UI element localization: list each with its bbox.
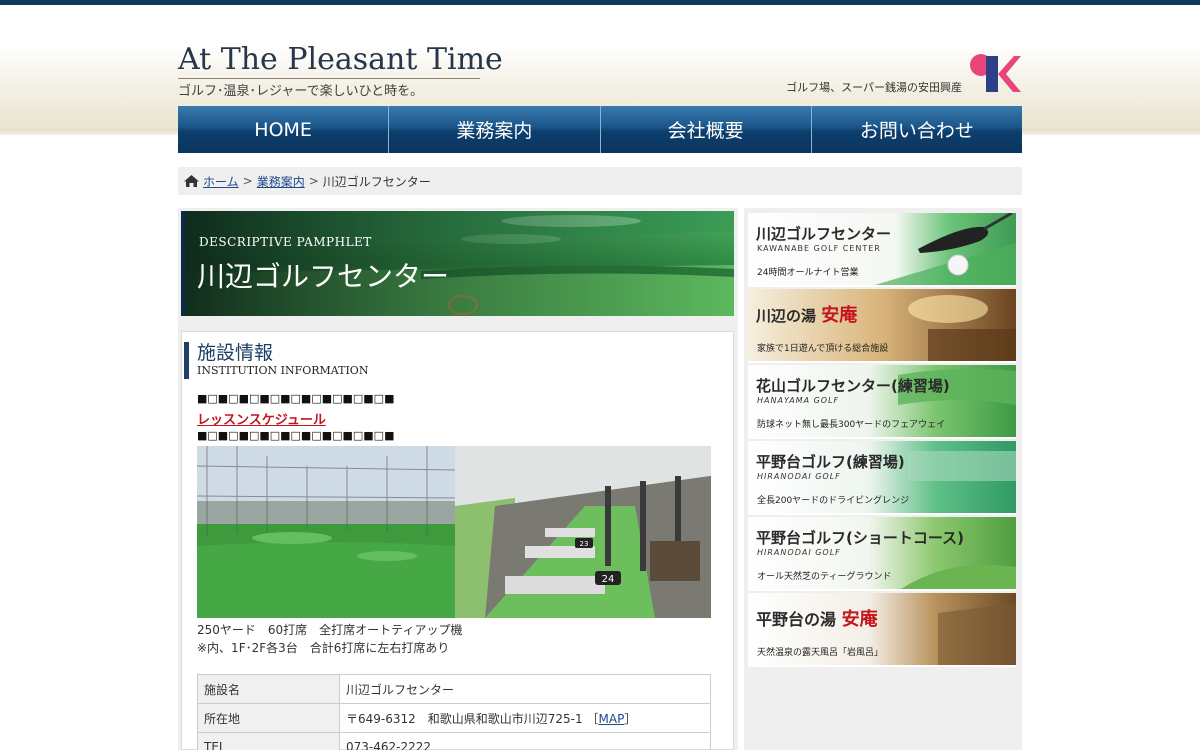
- bay-number-24: 24: [602, 574, 615, 585]
- facility-info-table: 施設名 川辺ゴルフセンター 所在地 〒649-6312 和歌山県和歌山市川辺72…: [197, 674, 711, 750]
- section-heading: 施設情報 INSTITUTION INFORMATION: [184, 342, 368, 379]
- site-tagline: ゴルフ･温泉･レジャーで楽しいひと時を。: [178, 78, 480, 99]
- table-cell-value: 川辺ゴルフセンター: [339, 674, 711, 704]
- site-title[interactable]: At The Pleasant Time: [178, 42, 503, 77]
- banner-english-name: HIRANODAI GOLF: [757, 472, 841, 481]
- hero-title: 川辺ゴルフセンター: [197, 260, 450, 293]
- banner-description: オール天然芝のティーグラウンド: [757, 572, 892, 582]
- map-link[interactable]: MAP: [599, 712, 625, 726]
- banner-description: 家族で1日遊んで頂ける総合施設: [757, 344, 889, 354]
- photo-indoor-bays: 24 23: [455, 446, 711, 618]
- decorative-squares-bottom: ■□■□■□■□■□■□■□■□■□■: [197, 429, 395, 442]
- decorative-squares-top: ■□■□■□■□■□■□■□■□■□■: [197, 392, 395, 405]
- sidebar-banner-hiranodai-onsen[interactable]: 平野台の湯 安庵 天然温泉の露天風呂「岩風呂」: [748, 593, 1016, 667]
- sidebar-banner-kawanabe-golf[interactable]: 川辺ゴルフセンター KAWANABE GOLF CENTER 24時間オールナイ…: [748, 213, 1016, 287]
- table-row: TEL 073-462-2222: [197, 732, 711, 750]
- nav-services[interactable]: 業務案内: [389, 106, 601, 153]
- photo-outdoor-range: [197, 446, 455, 618]
- nav-home[interactable]: HOME: [178, 106, 390, 153]
- banner-description: 全長200ヤードのドライビングレンジ: [757, 496, 910, 506]
- breadcrumb-separator: >: [308, 174, 319, 188]
- banner-title: 花山ゴルフセンター(練習場): [756, 377, 950, 395]
- address-text: 〒649-6312 和歌山県和歌山市川辺725-1: [346, 711, 583, 726]
- table-row: 所在地 〒649-6312 和歌山県和歌山市川辺725-1 ［MAP］: [197, 703, 711, 733]
- banner-description: 天然温泉の露天風呂「岩風呂」: [757, 648, 884, 658]
- breadcrumb: ホーム > 業務案内 > 川辺ゴルフセンター: [178, 167, 1022, 195]
- breadcrumb-separator: >: [242, 174, 253, 188]
- section-subtitle: INSTITUTION INFORMATION: [197, 364, 369, 377]
- sidebar: 川辺ゴルフセンター KAWANABE GOLF CENTER 24時間オールナイ…: [744, 208, 1022, 750]
- sidebar-banner-hiranodai-range[interactable]: 平野台ゴルフ(練習場) HIRANODAI GOLF 全長200ヤードのドライビ…: [748, 441, 1016, 515]
- home-icon: [184, 175, 199, 187]
- facility-description-line: 250ヤード 60打席 全打席オートティアップ機: [197, 623, 463, 637]
- banner-english-name: HANAYAMA GOLF: [757, 396, 840, 405]
- facility-info-box: 施設情報 INSTITUTION INFORMATION ■□■□■□■□■□■…: [181, 331, 734, 750]
- table-cell-label: TEL: [197, 732, 340, 750]
- sidebar-banner-kawanabe-onsen[interactable]: 川辺の湯 安庵 家族で1日遊んで頂ける総合施設: [748, 289, 1016, 363]
- table-cell-value: 073-462-2222: [339, 732, 711, 750]
- lesson-schedule-link[interactable]: レッスンスケジュール: [197, 409, 326, 428]
- company-name: ゴルフ場、スーパー銭湯の安田興産: [786, 81, 962, 94]
- breadcrumb-services-link[interactable]: 業務案内: [257, 173, 305, 190]
- table-cell-label: 所在地: [197, 703, 340, 733]
- map-bracket-close: ］: [624, 711, 637, 726]
- nav-company[interactable]: 会社概要: [600, 106, 812, 153]
- banner-title-text: 川辺の湯: [756, 307, 817, 325]
- banner-description: 24時間オールナイト営業: [757, 268, 859, 278]
- sidebar-banner-hanayama-golf[interactable]: 花山ゴルフセンター(練習場) HANAYAMA GOLF 防球ネット無し最長30…: [748, 365, 1016, 439]
- bay-number-23: 23: [580, 540, 589, 548]
- anan-brand-text: 安庵: [841, 609, 878, 630]
- map-bracket-open: ［: [586, 711, 599, 726]
- breadcrumb-current: 川辺ゴルフセンター: [322, 174, 431, 189]
- banner-title: 川辺の湯 安庵: [756, 301, 857, 327]
- banner-title: 平野台の湯 安庵: [756, 605, 878, 631]
- main-content: DESCRIPTIVE PAMPHLET 川辺ゴルフセンター 施設情報 INST…: [178, 208, 738, 750]
- table-cell-label: 施設名: [197, 674, 340, 704]
- banner-title: 平野台ゴルフ(練習場): [756, 453, 905, 471]
- table-cell-value: 〒649-6312 和歌山県和歌山市川辺725-1 ［MAP］: [339, 703, 711, 733]
- banner-english-name: HIRANODAI GOLF: [757, 548, 841, 557]
- banner-title-text: 平野台の湯: [756, 610, 837, 629]
- table-row: 施設名 川辺ゴルフセンター: [197, 674, 711, 704]
- banner-english-name: KAWANABE GOLF CENTER: [757, 244, 881, 253]
- facility-description-line: ※内、1F･2F各3台 合計6打席に左右打席あり: [197, 641, 450, 655]
- sidebar-banner-hiranodai-short[interactable]: 平野台ゴルフ(ショートコース) HIRANODAI GOLF オール天然芝のティ…: [748, 517, 1016, 591]
- anan-brand-text: 安庵: [821, 305, 858, 326]
- company-logo-icon[interactable]: [964, 52, 1022, 94]
- facility-description: 250ヤード 60打席 全打席オートティアップ機 ※内、1F･2F各3台 合計6…: [197, 621, 462, 657]
- breadcrumb-home-link[interactable]: ホーム: [203, 173, 239, 190]
- banner-title: 平野台ゴルフ(ショートコース): [756, 529, 964, 547]
- banner-title: 川辺ゴルフセンター: [756, 225, 892, 243]
- main-nav: HOME 業務案内 会社概要 お問い合わせ: [178, 106, 1022, 153]
- nav-contact[interactable]: お問い合わせ: [811, 106, 1022, 153]
- section-title: 施設情報: [197, 342, 274, 364]
- page-container: At The Pleasant Time ゴルフ･温泉･レジャーで楽しいひと時を…: [178, 0, 1022, 750]
- company-block[interactable]: ゴルフ場、スーパー銭湯の安田興産: [782, 52, 1022, 96]
- banner-description: 防球ネット無し最長300ヤードのフェアウェイ: [757, 420, 946, 430]
- hero-banner: DESCRIPTIVE PAMPHLET 川辺ゴルフセンター: [181, 211, 734, 316]
- hero-subtitle: DESCRIPTIVE PAMPHLET: [199, 235, 372, 249]
